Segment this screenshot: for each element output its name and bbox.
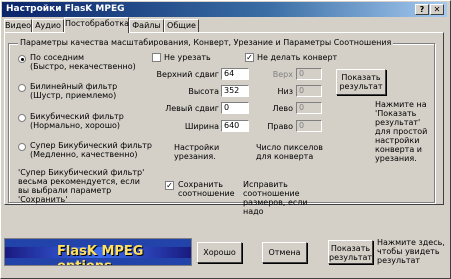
keep-ratio-checkbox[interactable]: ✓ — [165, 181, 174, 190]
filter-nearest-desc: (Быстро, некачественно) — [30, 62, 136, 71]
filter-bicubic: Бикубический фильтр (Нормально, хорошо) — [30, 112, 124, 130]
filter-nearest: По соседним (Быстро, некачественно) — [30, 53, 136, 71]
crop-top-input[interactable]: 64 — [221, 68, 249, 80]
crop-width-label: Ширина — [184, 122, 219, 131]
letterbox-note: Число пикселов для конверта — [256, 143, 323, 161]
lb-right-label: Право — [267, 122, 293, 131]
crop-width-input[interactable]: 640 — [221, 120, 249, 132]
lb-left-label: Лево — [272, 104, 293, 113]
radio-super-bicubic[interactable] — [18, 143, 26, 151]
lb-right-input[interactable]: 0 — [296, 120, 322, 132]
filter-bilinear-label: Билинейный фильтр — [30, 82, 118, 91]
flask-mpeg-logo: FlasK MPEG options — [4, 238, 192, 266]
ok-button[interactable]: Хорошо — [197, 242, 242, 263]
lb-top-input[interactable]: 0 — [296, 68, 322, 80]
filter-nearest-label: По соседним — [30, 53, 85, 62]
help-button[interactable]: ? — [415, 4, 429, 15]
radio-nearest[interactable] — [18, 55, 26, 63]
lb-top-label: Верх — [272, 70, 293, 79]
group-title: Параметры качества масштабирования, Конв… — [18, 38, 394, 47]
tab-postprocessing[interactable]: Постобработка — [64, 17, 129, 33]
keep-ratio-hint: Исправить соотношение размеров, если над… — [243, 180, 308, 216]
title-bar[interactable]: Настройки FlasK MPEG ? ✕ — [2, 2, 447, 17]
crop-height-label: Высота — [188, 87, 219, 96]
filter-bicubic-desc: (Нормально, хорошо) — [30, 121, 121, 130]
window-title: Настройки FlasK MPEG — [6, 4, 125, 14]
lb-bottom-input[interactable]: 0 — [296, 85, 322, 97]
show-result-hint: Нажмите на 'Показать результат' для прос… — [375, 100, 428, 163]
radio-bilinear[interactable] — [18, 84, 26, 92]
crop-note: Настройки урезания. — [174, 143, 220, 161]
footer-hint: Нажмите здесь, чтобы увидеть результат — [377, 238, 445, 265]
filter-super-bicubic: Супер Бикубический фильтр (Медленно, кач… — [30, 141, 152, 159]
keep-ratio-label: Сохранить соотношение — [178, 180, 235, 198]
crop-left-input[interactable]: 0 — [221, 102, 249, 114]
tab-general[interactable]: Общие — [164, 19, 199, 32]
logo-text: FlasK MPEG options — [57, 244, 144, 265]
filter-super-bicubic-desc: (Медленно, качественно) — [30, 150, 138, 159]
cancel-button[interactable]: Отмена — [262, 242, 307, 263]
tab-audio[interactable]: Аудио — [32, 19, 64, 32]
no-letterbox-checkbox[interactable]: ✓ — [245, 53, 254, 62]
no-crop-label: Не урезать — [164, 53, 211, 62]
filter-bicubic-label: Бикубический фильтр — [30, 112, 124, 121]
tab-video[interactable]: Видео — [4, 19, 32, 32]
filter-super-bicubic-label: Супер Бикубический фильтр — [30, 141, 152, 150]
no-crop-checkbox[interactable] — [152, 53, 161, 62]
radio-bicubic[interactable] — [18, 114, 26, 122]
lb-left-input[interactable]: 0 — [296, 102, 322, 114]
tab-files[interactable]: Файлы — [129, 19, 164, 32]
lb-bottom-label: Низ — [277, 87, 293, 96]
filter-bilinear-desc: (Шустр, приемлемо) — [30, 91, 117, 100]
show-result-button[interactable]: Показать результат — [336, 69, 386, 95]
crop-left-label: Левый сдвиг — [165, 104, 219, 113]
footer-show-result-button[interactable]: Показать результат — [328, 240, 373, 264]
no-letterbox-label: Не делать конверт — [257, 53, 338, 62]
close-button[interactable]: ✕ — [430, 4, 444, 15]
crop-height-input[interactable]: 352 — [221, 85, 249, 97]
filter-bilinear: Билинейный фильтр (Шустр, приемлемо) — [30, 82, 117, 100]
crop-top-label: Верхний сдвиг — [156, 70, 219, 79]
filter-note: 'Супер Бикубический фильтр' весьма реком… — [18, 168, 145, 204]
